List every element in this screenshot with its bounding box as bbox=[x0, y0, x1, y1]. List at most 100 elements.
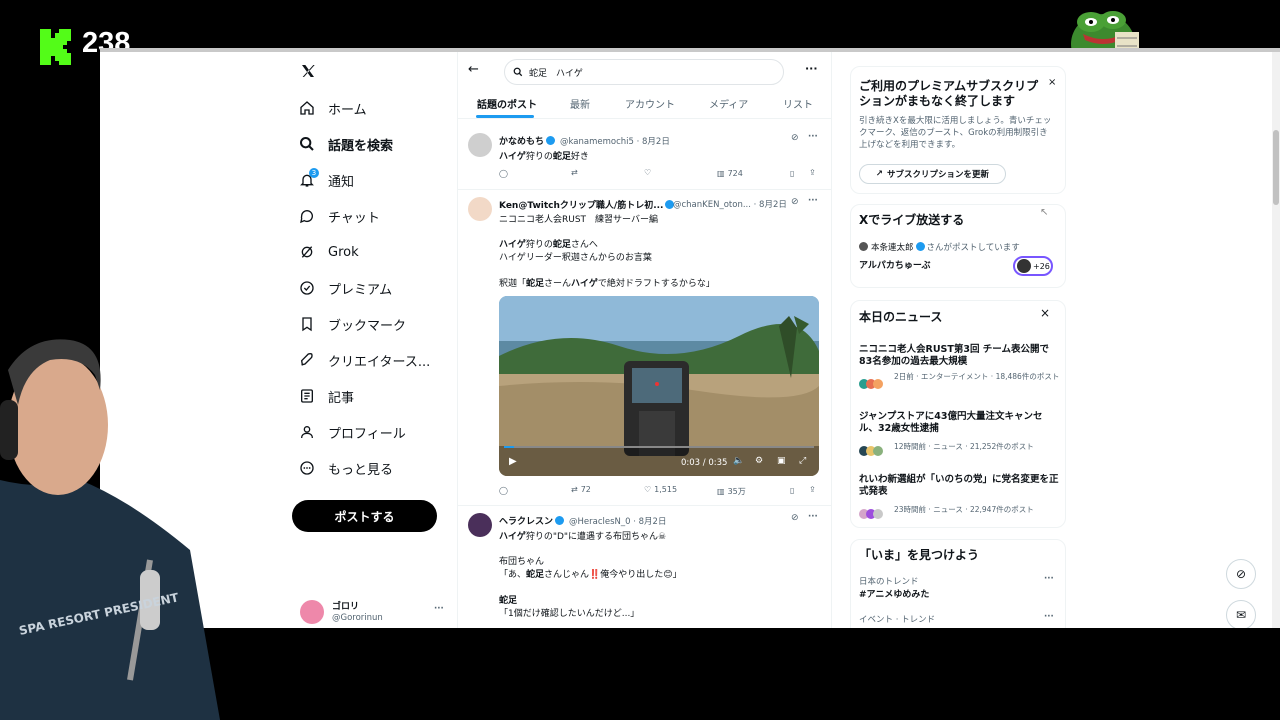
views-count[interactable]: ▥ 35万 bbox=[717, 486, 746, 497]
nav-profile[interactable]: プロフィール bbox=[298, 418, 406, 446]
trend-more-icon[interactable]: ··· bbox=[1044, 612, 1054, 622]
bookmark-icon[interactable]: ▯ bbox=[790, 486, 794, 495]
tweet-avatar[interactable] bbox=[468, 197, 492, 221]
nav-creator-studio-label: クリエイタース... bbox=[328, 354, 431, 370]
nav-creator-studio[interactable]: クリエイタース... bbox=[298, 346, 430, 374]
search-input[interactable]: 蛇足 ハイゲ bbox=[504, 59, 784, 85]
tweet-avatar[interactable] bbox=[468, 513, 492, 537]
reply-icon[interactable]: ◯ bbox=[499, 169, 508, 178]
trend-category: 日本のトレンド bbox=[859, 577, 919, 587]
tab-people[interactable]: アカウント bbox=[625, 96, 675, 111]
trend-topic[interactable]: #アニメゆめみた bbox=[859, 587, 929, 600]
tweet-author-name[interactable]: Ken@Twitchクリップ職人/筋トレ初... bbox=[499, 198, 676, 211]
views-icon: ▥ bbox=[717, 169, 725, 178]
back-arrow-icon[interactable]: ← bbox=[468, 62, 479, 77]
settings-icon[interactable]: ⚙ bbox=[755, 456, 763, 466]
nav-more[interactable]: もっと見る bbox=[298, 454, 393, 482]
tab-lists[interactable]: リスト bbox=[783, 96, 813, 111]
retweet-count[interactable]: ⇄ 72 bbox=[571, 485, 591, 494]
live-stream-title[interactable]: アルパカちゅーぶ bbox=[859, 258, 931, 271]
news-meta: 23時間前 · ニュース · 22,947件のポスト bbox=[894, 505, 1034, 514]
news-headline[interactable]: ニコニコ老人会RUST第3回 チーム表公開で83名参加の過去最大規模 bbox=[859, 344, 1059, 368]
search-more-icon[interactable]: ··· bbox=[805, 62, 818, 75]
tweet-text-line: 「あ、蛇足さんじゃん‼️俺今やり出した😊」 bbox=[499, 570, 682, 580]
nav-notifications-label: 通知 bbox=[328, 174, 355, 190]
tab-media[interactable]: メディア bbox=[709, 96, 748, 111]
tweet-author-name[interactable]: ヘラクレスン bbox=[499, 514, 566, 527]
tweet-avatar[interactable] bbox=[468, 133, 492, 157]
tweet-text-line: ハイゲ狩りの"D"に遭遇する布団ちゃん☠ bbox=[499, 532, 667, 542]
grok-icon[interactable]: ⊘ bbox=[791, 197, 799, 207]
premium-icon bbox=[298, 279, 316, 297]
play-icon[interactable]: ▶ bbox=[509, 456, 517, 467]
account-more-icon[interactable]: ··· bbox=[434, 604, 444, 614]
tweet-more-icon[interactable]: ··· bbox=[808, 196, 818, 206]
like-count[interactable]: ♡ 1,515 bbox=[644, 485, 677, 494]
pip-icon[interactable]: ▣ bbox=[777, 456, 786, 466]
nav-home[interactable]: ホーム bbox=[298, 94, 367, 122]
nav-profile-label: プロフィール bbox=[328, 426, 406, 442]
nav-notifications[interactable]: 3 通知 bbox=[298, 166, 354, 194]
live-listener-count[interactable]: +26 bbox=[1013, 256, 1053, 276]
nav-articles[interactable]: 記事 bbox=[298, 382, 354, 410]
news-meta: 12時間前 · ニュース · 21,252件のポスト bbox=[894, 442, 1034, 451]
rocket-icon bbox=[298, 351, 316, 369]
messages-float-button[interactable]: ✉ bbox=[1226, 600, 1256, 628]
person-icon bbox=[298, 423, 316, 441]
nav-bookmarks[interactable]: ブックマーク bbox=[298, 310, 406, 338]
account-avatar[interactable] bbox=[300, 600, 324, 624]
tweet-divider bbox=[458, 505, 831, 506]
news-headline[interactable]: れいわ新選組が「いのちの党」に党名変更を正式発表 bbox=[859, 474, 1059, 498]
tweet-more-icon[interactable]: ··· bbox=[808, 132, 818, 142]
close-icon[interactable]: × bbox=[1040, 306, 1050, 320]
views-count[interactable]: ▥ 724 bbox=[717, 169, 743, 178]
nav-premium-label: プレミアム bbox=[328, 282, 393, 298]
notification-badge: 3 bbox=[309, 168, 319, 178]
premium-card-body: 引き続きXを最大限に活用しましょう。青いチェックマーク、返信のブースト、Grok… bbox=[859, 116, 1052, 150]
share-icon[interactable]: ⇪ bbox=[809, 168, 816, 177]
premium-card-title: ご利用のプレミアムサブスクリプションがまもなく終了します bbox=[859, 79, 1039, 108]
grok-icon[interactable]: ⊘ bbox=[791, 133, 799, 143]
nav-premium[interactable]: プレミアム bbox=[298, 274, 392, 302]
close-icon[interactable]: × bbox=[1048, 77, 1056, 88]
nav-explore[interactable]: 話題を検索 bbox=[298, 130, 393, 158]
verified-badge-icon bbox=[915, 242, 925, 251]
nav-chat[interactable]: チャット bbox=[298, 202, 380, 230]
tweet-author-name[interactable]: かなめもち bbox=[499, 134, 557, 147]
verified-badge-icon bbox=[546, 136, 556, 145]
x-logo-icon[interactable] bbox=[300, 63, 316, 79]
trend-more-icon[interactable]: ··· bbox=[1044, 574, 1054, 584]
news-avatars bbox=[859, 374, 887, 389]
tweet-divider bbox=[458, 189, 831, 190]
nav-bookmarks-label: ブックマーク bbox=[328, 318, 407, 334]
tweet-video[interactable]: ▶ 0:03 / 0:35 🔈 ⚙ ▣ ⤢ bbox=[499, 296, 819, 476]
like-icon[interactable]: ♡ bbox=[644, 168, 651, 177]
tweet-more-icon[interactable]: ··· bbox=[808, 512, 818, 522]
news-headline[interactable]: ジャンプストアに43億円大量注文キャンセル、32歳女性逮捕 bbox=[859, 411, 1059, 435]
video-frame bbox=[499, 296, 819, 476]
bookmark-icon[interactable]: ▯ bbox=[790, 169, 794, 178]
scrollbar-thumb[interactable] bbox=[1273, 130, 1279, 205]
renew-subscription-button[interactable]: ↗ サブスクリプションを更新 bbox=[859, 164, 1006, 184]
grok-icon[interactable]: ⊘ bbox=[791, 513, 799, 523]
message-icon: ✉ bbox=[1235, 608, 1247, 622]
bookmark-icon bbox=[298, 315, 316, 333]
tweet-handle-date: @kanamemochi5 · 8月2日 bbox=[560, 137, 670, 147]
trends-card-title: 「いま」を見つけよう bbox=[859, 548, 980, 562]
grok-float-button[interactable]: ⊘ bbox=[1226, 559, 1256, 589]
nav-grok[interactable]: Grok bbox=[298, 238, 359, 266]
tab-latest[interactable]: 最新 bbox=[570, 96, 590, 111]
fullscreen-icon[interactable]: ⤢ bbox=[799, 456, 806, 466]
share-icon[interactable]: ⇪ bbox=[809, 485, 816, 494]
volume-icon[interactable]: 🔈 bbox=[733, 456, 744, 466]
views-icon: ▥ bbox=[717, 487, 725, 496]
post-button[interactable]: ポストする bbox=[292, 500, 437, 532]
tab-top[interactable]: 話題のポスト bbox=[477, 96, 537, 111]
news-avatars bbox=[859, 441, 887, 456]
search-icon bbox=[513, 67, 523, 77]
webcam-streamer: SPA RESORT PRESIDENT bbox=[0, 339, 220, 720]
retweet-icon[interactable]: ⇄ bbox=[571, 168, 578, 177]
mouse-cursor-icon: ↖ bbox=[1040, 207, 1049, 218]
reply-icon[interactable]: ◯ bbox=[499, 486, 508, 495]
tweet-text: ハイゲ狩りの蛇足好き bbox=[499, 152, 589, 162]
